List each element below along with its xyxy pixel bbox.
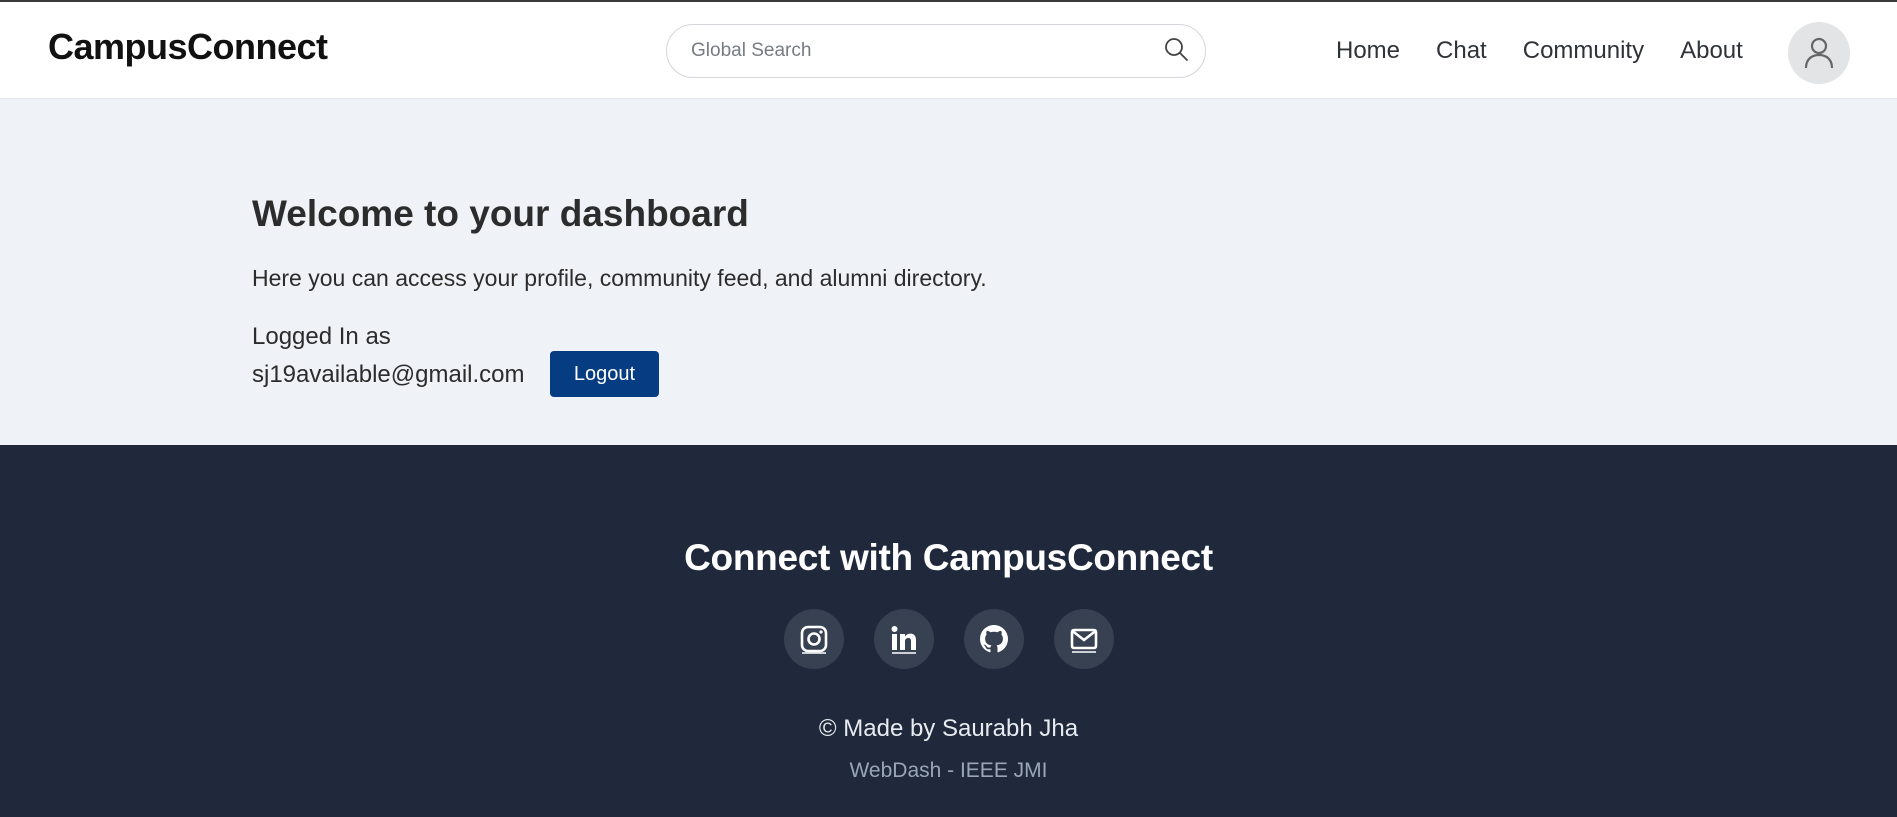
mail-link[interactable] [1054,609,1114,669]
github-icon [980,625,1008,653]
logout-button[interactable]: Logout [550,351,659,397]
brand-logo[interactable]: CampusConnect [48,26,328,68]
search-icon[interactable] [1161,35,1191,65]
mail-icon [1070,628,1098,653]
nav-link-community[interactable]: Community [1523,37,1644,65]
page-subtitle: Here you can access your profile, commun… [252,265,987,291]
nav-link-chat[interactable]: Chat [1436,37,1487,65]
logged-in-label: Logged In as [252,323,391,350]
nav-link-home[interactable]: Home [1336,37,1400,65]
dashboard-section: Welcome to your dashboard Here you can a… [0,99,1897,445]
linkedin-link[interactable] [874,609,934,669]
social-links [784,609,1114,669]
user-icon [1804,37,1834,69]
nav-links: Home Chat Community About [1336,2,1779,99]
search-input[interactable] [691,25,1131,77]
instagram-icon [800,625,828,654]
instagram-link[interactable] [784,609,844,669]
linkedin-icon [891,626,916,654]
page-title: Welcome to your dashboard [252,193,749,234]
user-email: sj19available@gmail.com [252,361,525,388]
avatar-button[interactable] [1788,22,1850,84]
footer-credit: © Made by Saurabh Jha [818,715,1079,742]
global-search [666,24,1206,78]
navbar: CampusConnect Home Chat Community About [0,2,1897,99]
footer: Connect with CampusConnect © Made by Sau… [0,445,1897,817]
footer-org: WebDash - IEEE JMI [849,759,1048,782]
nav-link-about[interactable]: About [1680,37,1743,65]
footer-heading: Connect with CampusConnect [684,537,1213,578]
github-link[interactable] [964,609,1024,669]
